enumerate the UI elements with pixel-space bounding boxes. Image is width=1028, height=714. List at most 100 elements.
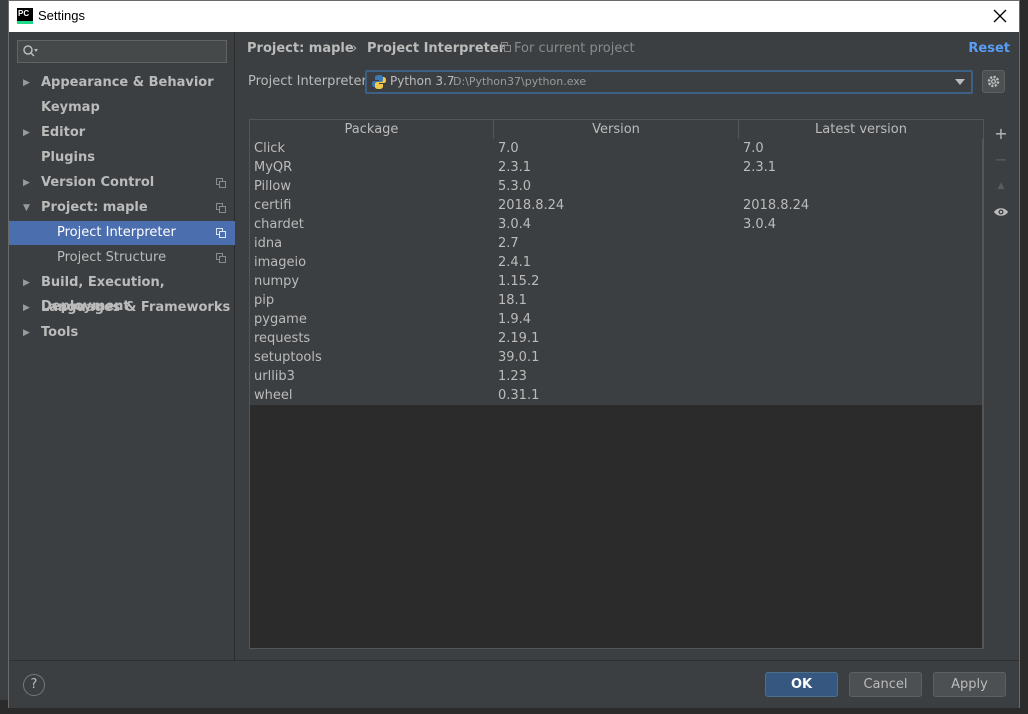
package-version: 1.15.2 bbox=[498, 274, 540, 289]
sidebar-item-keymap[interactable]: Keymap bbox=[9, 96, 235, 120]
chevron-down-icon bbox=[955, 79, 965, 85]
interpreter-select[interactable]: Python 3.7 D:\Python37\python.exe bbox=[365, 70, 973, 94]
package-latest-version: 7.0 bbox=[743, 141, 764, 156]
collapsed-arrow-icon[interactable]: ▶ bbox=[23, 121, 30, 145]
breadcrumb-current: Project Interpreter bbox=[367, 41, 506, 56]
package-version: 1.23 bbox=[498, 369, 527, 384]
sidebar-item-label: Tools bbox=[41, 325, 79, 340]
table-row[interactable]: requests 2.19.1 bbox=[250, 329, 983, 348]
sidebar-item-tools[interactable]: ▶ Tools bbox=[9, 321, 235, 345]
sidebar-item-label: Keymap bbox=[41, 100, 100, 115]
table-scrollbar[interactable] bbox=[982, 139, 983, 648]
python-icon bbox=[372, 75, 386, 89]
settings-sidebar: ▶ Appearance & Behavior Keymap ▶ Editor Plugi… bbox=[9, 32, 235, 660]
collapsed-arrow-icon[interactable]: ▶ bbox=[23, 321, 30, 345]
reset-link[interactable]: Reset bbox=[968, 41, 1010, 56]
project-scope-icon bbox=[216, 203, 226, 213]
table-header: Package Version Latest version bbox=[250, 120, 983, 140]
table-row[interactable]: certifi 2018.8.24 2018.8.24 bbox=[250, 196, 983, 215]
package-name: imageio bbox=[254, 255, 307, 270]
sidebar-item-plugins[interactable]: Plugins bbox=[9, 146, 235, 170]
dialog-footer: ? OK Cancel Apply bbox=[9, 660, 1019, 708]
collapsed-arrow-icon[interactable]: ▶ bbox=[23, 171, 30, 195]
interpreter-settings-button[interactable] bbox=[982, 70, 1005, 93]
interpreter-name: Python 3.7 bbox=[390, 74, 455, 88]
table-row[interactable]: chardet 3.0.4 3.0.4 bbox=[250, 215, 983, 234]
gear-icon bbox=[987, 75, 1000, 88]
collapsed-arrow-icon[interactable]: ▶ bbox=[23, 71, 30, 95]
project-scope-icon bbox=[216, 228, 226, 238]
sidebar-item-label: Editor bbox=[41, 125, 86, 140]
sidebar-item-label: Version Control bbox=[41, 175, 155, 190]
upgrade-arrow-icon: ▲ bbox=[997, 181, 1005, 191]
title-bar: PC Settings bbox=[9, 1, 1019, 32]
copy-icon bbox=[501, 42, 511, 52]
ok-button[interactable]: OK bbox=[765, 672, 838, 697]
table-row[interactable]: urllib3 1.23 bbox=[250, 367, 983, 386]
table-row[interactable]: Click 7.0 7.0 bbox=[250, 139, 983, 158]
project-scope-icon bbox=[216, 178, 226, 188]
table-row[interactable]: pygame 1.9.4 bbox=[250, 310, 983, 329]
package-version: 5.3.0 bbox=[498, 179, 532, 194]
table-row[interactable]: numpy 1.15.2 bbox=[250, 272, 983, 291]
package-name: idna bbox=[254, 236, 283, 251]
cancel-button[interactable]: Cancel bbox=[849, 672, 922, 697]
sidebar-item-label: Project: maple bbox=[41, 200, 148, 215]
remove-package-button[interactable]: − bbox=[991, 150, 1011, 170]
help-button[interactable]: ? bbox=[23, 674, 45, 696]
settings-dialog: PC Settings ▶ Appearance & Behavior Keymap… bbox=[8, 0, 1020, 708]
table-row[interactable]: Pillow 5.3.0 bbox=[250, 177, 983, 196]
minus-icon: − bbox=[994, 150, 1008, 169]
column-header-version[interactable]: Version bbox=[494, 120, 739, 139]
interpreter-panel: Project: maple › Project Interpreter For… bbox=[236, 32, 1019, 660]
sidebar-item-project-interpreter[interactable]: Project Interpreter bbox=[9, 221, 235, 245]
package-version: 18.1 bbox=[498, 293, 527, 308]
settings-search-input[interactable] bbox=[17, 40, 227, 63]
column-header-package[interactable]: Package bbox=[250, 120, 494, 139]
sidebar-item-editor[interactable]: ▶ Editor bbox=[9, 121, 235, 145]
sidebar-item-project-maple[interactable]: ▼ Project: maple bbox=[9, 196, 235, 220]
table-row[interactable]: setuptools 39.0.1 bbox=[250, 348, 983, 367]
column-header-latest-version[interactable]: Latest version bbox=[739, 120, 983, 139]
close-button[interactable] bbox=[987, 3, 1013, 29]
sidebar-item-build-execution-deployment[interactable]: ▶ Build, Execution, Deployment bbox=[9, 271, 235, 314]
package-name: Pillow bbox=[254, 179, 291, 194]
package-name: setuptools bbox=[254, 350, 322, 365]
package-name: urllib3 bbox=[254, 369, 295, 384]
table-row[interactable]: imageio 2.4.1 bbox=[250, 253, 983, 272]
package-name: wheel bbox=[254, 388, 293, 403]
sidebar-item-label: Project Interpreter bbox=[57, 225, 176, 240]
table-row[interactable]: wheel 0.31.1 bbox=[250, 386, 983, 405]
package-name: requests bbox=[254, 331, 311, 346]
eye-icon bbox=[994, 208, 1008, 216]
package-name: pip bbox=[254, 293, 275, 308]
package-version: 1.9.4 bbox=[498, 312, 532, 327]
add-package-button[interactable]: + bbox=[991, 124, 1011, 144]
sidebar-item-label: Project Structure bbox=[57, 250, 167, 265]
package-version: 3.0.4 bbox=[498, 217, 532, 232]
sidebar-item-languages-frameworks[interactable]: ▶ Languages & Frameworks bbox=[9, 296, 235, 320]
scope-note-label: For current project bbox=[514, 41, 635, 56]
package-name: certifi bbox=[254, 198, 292, 213]
package-name: pygame bbox=[254, 312, 307, 327]
table-row[interactable]: MyQR 2.3.1 2.3.1 bbox=[250, 158, 983, 177]
upgrade-package-button[interactable]: ▲ bbox=[991, 176, 1011, 196]
package-toolbar: + − ▲ bbox=[986, 119, 1016, 259]
table-row[interactable]: pip 18.1 bbox=[250, 291, 983, 310]
table-row[interactable]: idna 2.7 bbox=[250, 234, 983, 253]
sidebar-item-version-control[interactable]: ▶ Version Control bbox=[9, 171, 235, 195]
collapsed-arrow-icon[interactable]: ▶ bbox=[23, 271, 30, 295]
apply-button[interactable]: Apply bbox=[933, 672, 1006, 697]
sidebar-item-label: Plugins bbox=[41, 150, 95, 165]
collapsed-arrow-icon[interactable]: ▶ bbox=[23, 296, 30, 320]
sidebar-item-project-structure[interactable]: Project Structure bbox=[9, 246, 235, 270]
package-version: 2018.8.24 bbox=[498, 198, 565, 213]
package-name: MyQR bbox=[254, 160, 293, 175]
help-icon: ? bbox=[30, 677, 38, 692]
show-early-releases-button[interactable] bbox=[991, 202, 1011, 222]
window-title: Settings bbox=[38, 8, 85, 23]
expanded-arrow-icon[interactable]: ▼ bbox=[23, 196, 30, 220]
sidebar-item-appearance-behavior[interactable]: ▶ Appearance & Behavior bbox=[9, 71, 235, 95]
breadcrumb-parent: Project: maple bbox=[247, 41, 354, 56]
package-version: 2.7 bbox=[498, 236, 519, 251]
